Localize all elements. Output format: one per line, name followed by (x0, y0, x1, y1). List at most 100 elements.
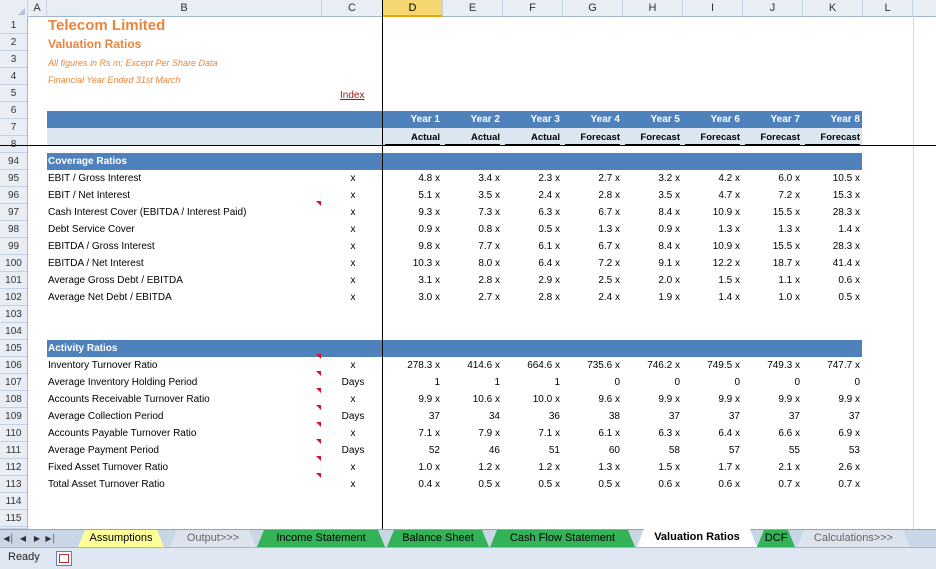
ratio-value[interactable]: 8.4 x (623, 241, 680, 252)
ratio-value[interactable]: 3.0 x (383, 292, 440, 303)
sheet-tab[interactable]: Assumptions (78, 530, 164, 547)
ratio-value[interactable]: 6.1 x (563, 428, 620, 439)
ratio-value[interactable]: 1 (503, 377, 560, 388)
ratio-value[interactable]: 0.5 x (443, 479, 500, 490)
row-header[interactable]: 113 (0, 476, 28, 493)
ratio-value[interactable]: 1.3 x (563, 224, 620, 235)
ratio-value[interactable]: 1.7 x (683, 462, 740, 473)
comment-indicator-icon[interactable] (316, 405, 321, 410)
ratio-value[interactable]: 10.9 x (683, 207, 740, 218)
ratio-value[interactable]: 37 (383, 411, 440, 422)
row-header[interactable]: 7 (0, 119, 28, 136)
ratio-value[interactable]: 37 (623, 411, 680, 422)
row-header[interactable]: 103 (0, 306, 28, 323)
ratio-value[interactable]: 58 (623, 445, 680, 456)
ratio-value[interactable]: 1.3 x (683, 224, 740, 235)
row-header[interactable]: 108 (0, 391, 28, 408)
ratio-value[interactable]: 5.1 x (383, 190, 440, 201)
ratio-value[interactable]: 2.4 x (563, 292, 620, 303)
row-header[interactable]: 101 (0, 272, 28, 289)
row-header[interactable]: 96 (0, 187, 28, 204)
ratio-value[interactable]: 0.6 x (683, 479, 740, 490)
ratio-value[interactable]: 0.9 x (623, 224, 680, 235)
ratio-value[interactable]: 0.4 x (383, 479, 440, 490)
column-header-g[interactable]: G (563, 0, 623, 17)
ratio-value[interactable]: 3.2 x (623, 173, 680, 184)
ratio-value[interactable]: 1 (443, 377, 500, 388)
ratio-value[interactable]: 8.4 x (623, 207, 680, 218)
ratio-value[interactable]: 1.2 x (503, 462, 560, 473)
ratio-value[interactable]: 38 (563, 411, 620, 422)
macro-record-icon[interactable] (56, 551, 72, 566)
ratio-value[interactable]: 0 (743, 377, 800, 388)
row-header[interactable]: 1 (0, 17, 28, 34)
ratio-value[interactable]: 9.1 x (623, 258, 680, 269)
ratio-value[interactable]: 3.1 x (383, 275, 440, 286)
ratio-value[interactable]: 1 (383, 377, 440, 388)
ratio-value[interactable]: 46 (443, 445, 500, 456)
row-header[interactable]: 110 (0, 425, 28, 442)
row-header[interactable]: 112 (0, 459, 28, 476)
column-header-f[interactable]: F (503, 0, 563, 17)
ratio-value[interactable]: 0.5 x (563, 479, 620, 490)
column-header-a[interactable]: A (28, 0, 47, 17)
ratio-value[interactable]: 9.9 x (683, 394, 740, 405)
row-header[interactable]: 2 (0, 34, 28, 51)
ratio-value[interactable]: 10.5 x (803, 173, 860, 184)
ratio-value[interactable]: 746.2 x (623, 360, 680, 371)
ratio-value[interactable]: 2.5 x (563, 275, 620, 286)
index-link[interactable]: Index (340, 90, 364, 101)
ratio-value[interactable]: 9.9 x (623, 394, 680, 405)
sheet-tab[interactable]: Valuation Ratios (637, 529, 757, 547)
ratio-value[interactable]: 52 (383, 445, 440, 456)
comment-indicator-icon[interactable] (316, 456, 321, 461)
ratio-value[interactable]: 9.6 x (563, 394, 620, 405)
row-header[interactable]: 102 (0, 289, 28, 306)
ratio-value[interactable]: 2.4 x (503, 190, 560, 201)
ratio-value[interactable]: 2.6 x (803, 462, 860, 473)
first-sheet-icon[interactable]: ◀│ (3, 531, 15, 546)
ratio-value[interactable]: 7.1 x (503, 428, 560, 439)
ratio-value[interactable]: 664.6 x (503, 360, 560, 371)
ratio-value[interactable]: 6.4 x (503, 258, 560, 269)
ratio-value[interactable]: 3.4 x (443, 173, 500, 184)
ratio-value[interactable]: 41.4 x (803, 258, 860, 269)
ratio-value[interactable]: 0.6 x (803, 275, 860, 286)
sheet-tab[interactable]: DCF (757, 530, 795, 547)
ratio-value[interactable]: 28.3 x (803, 241, 860, 252)
row-header[interactable]: 100 (0, 255, 28, 272)
ratio-value[interactable]: 6.9 x (803, 428, 860, 439)
ratio-value[interactable]: 2.7 x (443, 292, 500, 303)
column-header-k[interactable]: K (803, 0, 863, 17)
ratio-value[interactable]: 10.9 x (683, 241, 740, 252)
row-header[interactable]: 4 (0, 68, 28, 85)
ratio-value[interactable]: 0.5 x (803, 292, 860, 303)
sheet-tab[interactable]: Cash Flow Statement (490, 530, 635, 547)
ratio-value[interactable]: 6.7 x (563, 241, 620, 252)
column-header-d[interactable]: D (383, 0, 443, 17)
ratio-value[interactable]: 37 (683, 411, 740, 422)
ratio-value[interactable]: 15.5 x (743, 241, 800, 252)
ratio-value[interactable]: 6.1 x (503, 241, 560, 252)
row-header[interactable]: 106 (0, 357, 28, 374)
ratio-value[interactable]: 55 (743, 445, 800, 456)
ratio-value[interactable]: 7.9 x (443, 428, 500, 439)
ratio-value[interactable]: 6.0 x (743, 173, 800, 184)
sheet-tab[interactable]: Calculations>>> (797, 530, 910, 547)
column-header-b[interactable]: B (47, 0, 322, 17)
row-header[interactable]: 97 (0, 204, 28, 221)
ratio-value[interactable]: 1.1 x (743, 275, 800, 286)
comment-indicator-icon[interactable] (316, 388, 321, 393)
last-sheet-icon[interactable]: ▶│ (45, 531, 57, 546)
ratio-value[interactable]: 10.0 x (503, 394, 560, 405)
row-header[interactable]: 95 (0, 170, 28, 187)
ratio-value[interactable]: 2.8 x (503, 292, 560, 303)
ratio-value[interactable]: 4.8 x (383, 173, 440, 184)
ratio-value[interactable]: 4.7 x (683, 190, 740, 201)
ratio-value[interactable]: 9.9 x (803, 394, 860, 405)
ratio-value[interactable]: 2.8 x (443, 275, 500, 286)
ratio-value[interactable]: 0 (563, 377, 620, 388)
column-header-l[interactable]: L (863, 0, 913, 17)
sheet-tab[interactable]: Balance Sheet (387, 530, 489, 547)
row-header[interactable]: 6 (0, 102, 28, 119)
